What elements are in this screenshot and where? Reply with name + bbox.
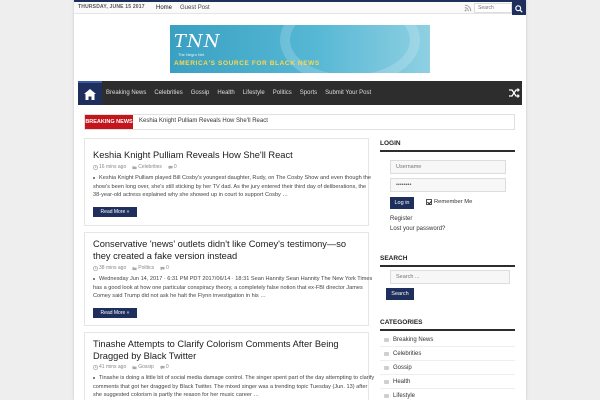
article-excerpt: Keshia Knight Pulliam played Bill Cosby'… <box>93 175 372 198</box>
read-more-button[interactable]: Read More » <box>93 308 137 318</box>
article-meta: 41 mins ago Gossip 0 <box>93 364 169 370</box>
nav-item-submit-post[interactable]: Submit Your Post <box>321 81 375 105</box>
top-nav-home[interactable]: Home <box>152 0 177 14</box>
login-widget-title: LOGIN <box>380 140 515 152</box>
search-widget-title: SEARCH <box>380 255 515 267</box>
folder-icon <box>384 379 389 384</box>
article-category[interactable]: Gossip <box>132 364 154 370</box>
article-comments[interactable]: 0 <box>160 364 169 370</box>
bullet-icon <box>93 376 95 379</box>
article-title[interactable]: Conservative 'news' outlets didn't like … <box>93 238 365 262</box>
remember-me-label: Remember Me <box>434 199 473 205</box>
clock-icon <box>93 164 98 170</box>
folder-icon <box>384 351 389 356</box>
article-title[interactable]: Keshia Knight Pulliam Reveals How She'll… <box>93 149 365 161</box>
page-background-left <box>0 0 74 400</box>
breaking-news-ticker: BREAKING NEWS Keshia Knight Pulliam Reve… <box>84 114 515 130</box>
top-nav: Home Guest Post <box>152 0 214 14</box>
category-item-celebrities[interactable]: Celebrities <box>380 347 515 361</box>
search-icon <box>515 4 523 13</box>
logo-tagline: AMERICA'S SOURCE FOR BLACK NEWS <box>174 60 320 67</box>
home-icon <box>84 88 96 100</box>
logo-name: TNN <box>174 31 221 52</box>
article-meta: 38 mins ago Politics 0 <box>93 265 169 271</box>
article-card: Tinashe Attempts to Clarify Colorism Com… <box>84 332 374 400</box>
article-meta: 16 mins ago Celebrities 0 <box>93 164 177 170</box>
shuffle-icon[interactable] <box>508 87 520 99</box>
folder-icon <box>384 365 389 370</box>
top-search-button[interactable] <box>512 2 526 15</box>
article-comments[interactable]: 0 <box>168 164 177 170</box>
nav-item-politics[interactable]: Politics <box>269 81 296 105</box>
nav-item-breaking-news[interactable]: Breaking News <box>102 81 150 105</box>
folder-icon <box>132 365 137 369</box>
nav-item-lifestyle[interactable]: Lifestyle <box>239 81 269 105</box>
nav-item-sports[interactable]: Sports <box>296 81 321 105</box>
top-search-input[interactable] <box>474 3 512 13</box>
read-more-button[interactable]: Read More » <box>93 207 137 217</box>
article-comments[interactable]: 0 <box>160 265 169 271</box>
top-bar: THURSDAY, JUNE 15 2017 Home Guest Post <box>74 0 526 15</box>
article-category[interactable]: Celebrities <box>132 164 162 170</box>
nav-item-celebrities[interactable]: Celebrities <box>150 81 186 105</box>
article-card: Conservative 'news' outlets didn't like … <box>84 232 372 326</box>
breaking-news-label: BREAKING NEWS <box>85 115 133 129</box>
article-category[interactable]: Politics <box>132 265 154 271</box>
remember-me-checkbox[interactable] <box>426 199 432 205</box>
clock-icon <box>93 265 98 271</box>
category-item-health[interactable]: Health <box>380 375 515 389</box>
login-button[interactable]: Log in <box>390 197 414 209</box>
bullet-icon <box>93 176 95 179</box>
folder-icon <box>384 393 389 398</box>
article-time: 41 mins ago <box>93 364 126 370</box>
category-item-lifestyle[interactable]: Lifestyle <box>380 389 515 400</box>
bullet-icon <box>93 277 95 280</box>
folder-icon <box>384 337 389 342</box>
lost-password-link[interactable]: Lost your password? <box>390 226 445 232</box>
home-button[interactable] <box>78 81 102 105</box>
article-title[interactable]: Tinashe Attempts to Clarify Colorism Com… <box>93 338 365 362</box>
folder-icon <box>132 266 137 270</box>
site-logo[interactable]: TNN The Negro Net AMERICA'S SOURCE FOR B… <box>170 25 430 73</box>
remember-me[interactable]: Remember Me <box>426 199 472 205</box>
main-nav: Breaking News Celebrities Gossip Health … <box>78 81 522 105</box>
article-card: Keshia Knight Pulliam Reveals How She'll… <box>84 138 371 226</box>
clock-icon <box>93 364 98 370</box>
comment-icon <box>168 165 173 169</box>
folder-icon <box>132 165 137 169</box>
current-date: THURSDAY, JUNE 15 2017 <box>78 4 145 10</box>
sidebar-search-input[interactable] <box>390 270 510 284</box>
article-excerpt: Tinashe is doing a little bit of social … <box>93 375 375 398</box>
password-field[interactable] <box>390 178 506 192</box>
top-nav-guest-post[interactable]: Guest Post <box>176 2 214 14</box>
page-container: THURSDAY, JUNE 15 2017 Home Guest Post T… <box>74 0 526 400</box>
article-excerpt: Wednesday Jun 14, 2017 · 6:31 PM PDT 201… <box>93 276 373 299</box>
comment-icon <box>160 365 165 369</box>
comment-icon <box>160 266 165 270</box>
nav-item-health[interactable]: Health <box>213 81 238 105</box>
register-link[interactable]: Register <box>390 216 412 222</box>
categories-widget-title: CATEGORIES <box>380 319 515 331</box>
rss-icon[interactable] <box>464 4 472 12</box>
article-time: 38 mins ago <box>93 265 126 271</box>
category-item-gossip[interactable]: Gossip <box>380 361 515 375</box>
page-background-right <box>526 0 600 400</box>
nav-item-gossip[interactable]: Gossip <box>187 81 214 105</box>
category-item-breaking-news[interactable]: Breaking News <box>380 333 515 347</box>
username-field[interactable] <box>390 160 506 174</box>
breaking-news-headline[interactable]: Keshia Knight Pulliam Reveals How She'll… <box>139 118 268 124</box>
article-time: 16 mins ago <box>93 164 126 170</box>
logo-subtitle: The Negro Net <box>178 52 205 57</box>
categories-list: Breaking News Celebrities Gossip Health … <box>380 333 515 400</box>
sidebar-search-button[interactable]: Search <box>386 288 414 300</box>
